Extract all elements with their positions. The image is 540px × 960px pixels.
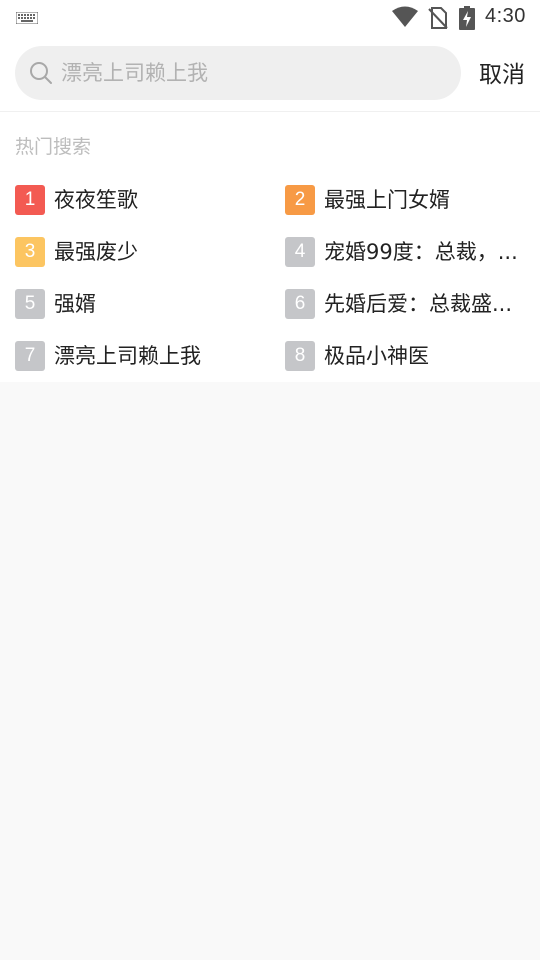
hot-item-title: 宠婚99度：总裁，...	[324, 240, 518, 264]
hot-item-8[interactable]: 8 极品小神医	[285, 339, 525, 373]
hot-item-title: 夜夜笙歌	[54, 188, 138, 212]
hot-item-1[interactable]: 1 夜夜笙歌	[15, 183, 255, 217]
hot-item-title: 极品小神医	[324, 344, 429, 368]
rank-badge: 8	[285, 341, 315, 371]
hot-item-title: 先婚后爱：总裁盛...	[324, 292, 513, 316]
no-sim-icon	[428, 7, 448, 29]
wifi-icon	[392, 6, 418, 27]
hot-item-7[interactable]: 7 漂亮上司赖上我	[15, 339, 255, 373]
rank-badge: 1	[15, 185, 45, 215]
search-input[interactable]	[61, 46, 441, 100]
hot-item-6[interactable]: 6 先婚后爱：总裁盛...	[285, 287, 525, 321]
keyboard-icon	[16, 12, 38, 24]
rank-badge: 5	[15, 289, 45, 319]
rank-badge: 3	[15, 237, 45, 267]
rank-badge: 2	[285, 185, 315, 215]
hot-item-4[interactable]: 4 宠婚99度：总裁，...	[285, 235, 525, 269]
hot-item-title: 漂亮上司赖上我	[54, 344, 201, 368]
rank-badge: 6	[285, 289, 315, 319]
divider	[0, 111, 540, 112]
hot-search-title: 热门搜索	[15, 136, 92, 158]
rank-badge: 7	[15, 341, 45, 371]
hot-item-5[interactable]: 5 强婿	[15, 287, 255, 321]
hot-item-title: 最强上门女婿	[324, 188, 450, 212]
hot-item-2[interactable]: 2 最强上门女婿	[285, 183, 525, 217]
search-box[interactable]	[15, 46, 461, 100]
rank-badge: 4	[285, 237, 315, 267]
search-panel: 取消 热门搜索 1 夜夜笙歌 2 最强上门女婿 3 最强废少 4 宠婚99度：总…	[0, 36, 540, 382]
search-icon	[30, 62, 52, 84]
cancel-button[interactable]: 取消	[472, 58, 532, 92]
status-time: 4:30	[485, 5, 526, 27]
status-bar: 4:30	[0, 0, 540, 36]
hot-item-3[interactable]: 3 最强废少	[15, 235, 255, 269]
hot-item-title: 最强废少	[54, 240, 138, 264]
hot-item-title: 强婿	[54, 292, 96, 316]
battery-charging-icon	[459, 6, 475, 30]
